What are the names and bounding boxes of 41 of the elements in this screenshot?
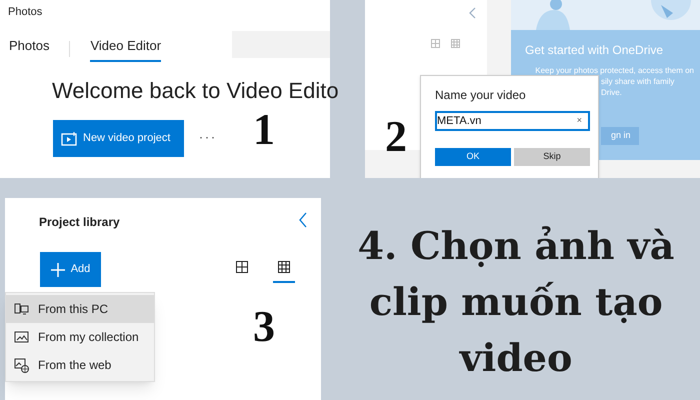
- step-number: 1: [253, 108, 275, 152]
- heading: Welcome back to Video Edito: [52, 77, 339, 105]
- grid-icon: [431, 39, 440, 48]
- step-number: 2: [385, 115, 407, 159]
- new-video-project-button[interactable]: New video project: [53, 120, 184, 157]
- search-field[interactable]: [232, 31, 330, 58]
- back-icon: [469, 7, 477, 19]
- dialog-title: Name your video: [435, 87, 526, 104]
- view-toggle[interactable]: [273, 261, 295, 283]
- menu-item-label: From the web: [38, 357, 112, 374]
- window-title: Photos: [8, 5, 42, 20]
- add-button[interactable]: Add: [40, 252, 101, 287]
- panel-title: Project library: [39, 214, 120, 231]
- video-icon: [61, 130, 77, 146]
- grid-icon: [236, 261, 248, 273]
- menu-item-label: From this PC: [38, 301, 108, 318]
- tab[interactable]: Photos: [9, 36, 50, 62]
- input-value: META.vn: [437, 114, 482, 129]
- grid-icon: [451, 39, 460, 48]
- card-text: Keep your photos protected, access them on: [535, 65, 694, 77]
- more-button[interactable]: ···: [199, 128, 217, 146]
- menu-item-label: From my collection: [38, 329, 139, 346]
- step-number: 3: [253, 305, 275, 349]
- skip-button[interactable]: Skip: [514, 148, 590, 166]
- image-icon: [14, 330, 29, 344]
- grid-icon: [278, 261, 290, 273]
- name-input-field[interactable]: META.vn ×: [435, 111, 590, 131]
- web-image-icon: [14, 358, 29, 372]
- back-icon: [299, 212, 307, 228]
- menu-item[interactable]: From my collection: [6, 323, 154, 351]
- ok-button[interactable]: OK: [435, 148, 511, 166]
- caption: 4. Chọn ảnh và clip muốn tạo video: [356, 222, 676, 382]
- menu-item[interactable]: From the web: [6, 351, 154, 379]
- plus-icon: [50, 262, 65, 276]
- card-title: Get started with OneDrive: [525, 42, 664, 59]
- computer-icon: [14, 302, 29, 316]
- clear-button[interactable]: ×: [576, 114, 582, 128]
- tab[interactable]: Video Editor: [90, 36, 162, 62]
- menu-item[interactable]: From this PC: [6, 295, 154, 323]
- card-text: Drive.: [601, 87, 622, 99]
- card-text: sily share with family: [601, 76, 674, 88]
